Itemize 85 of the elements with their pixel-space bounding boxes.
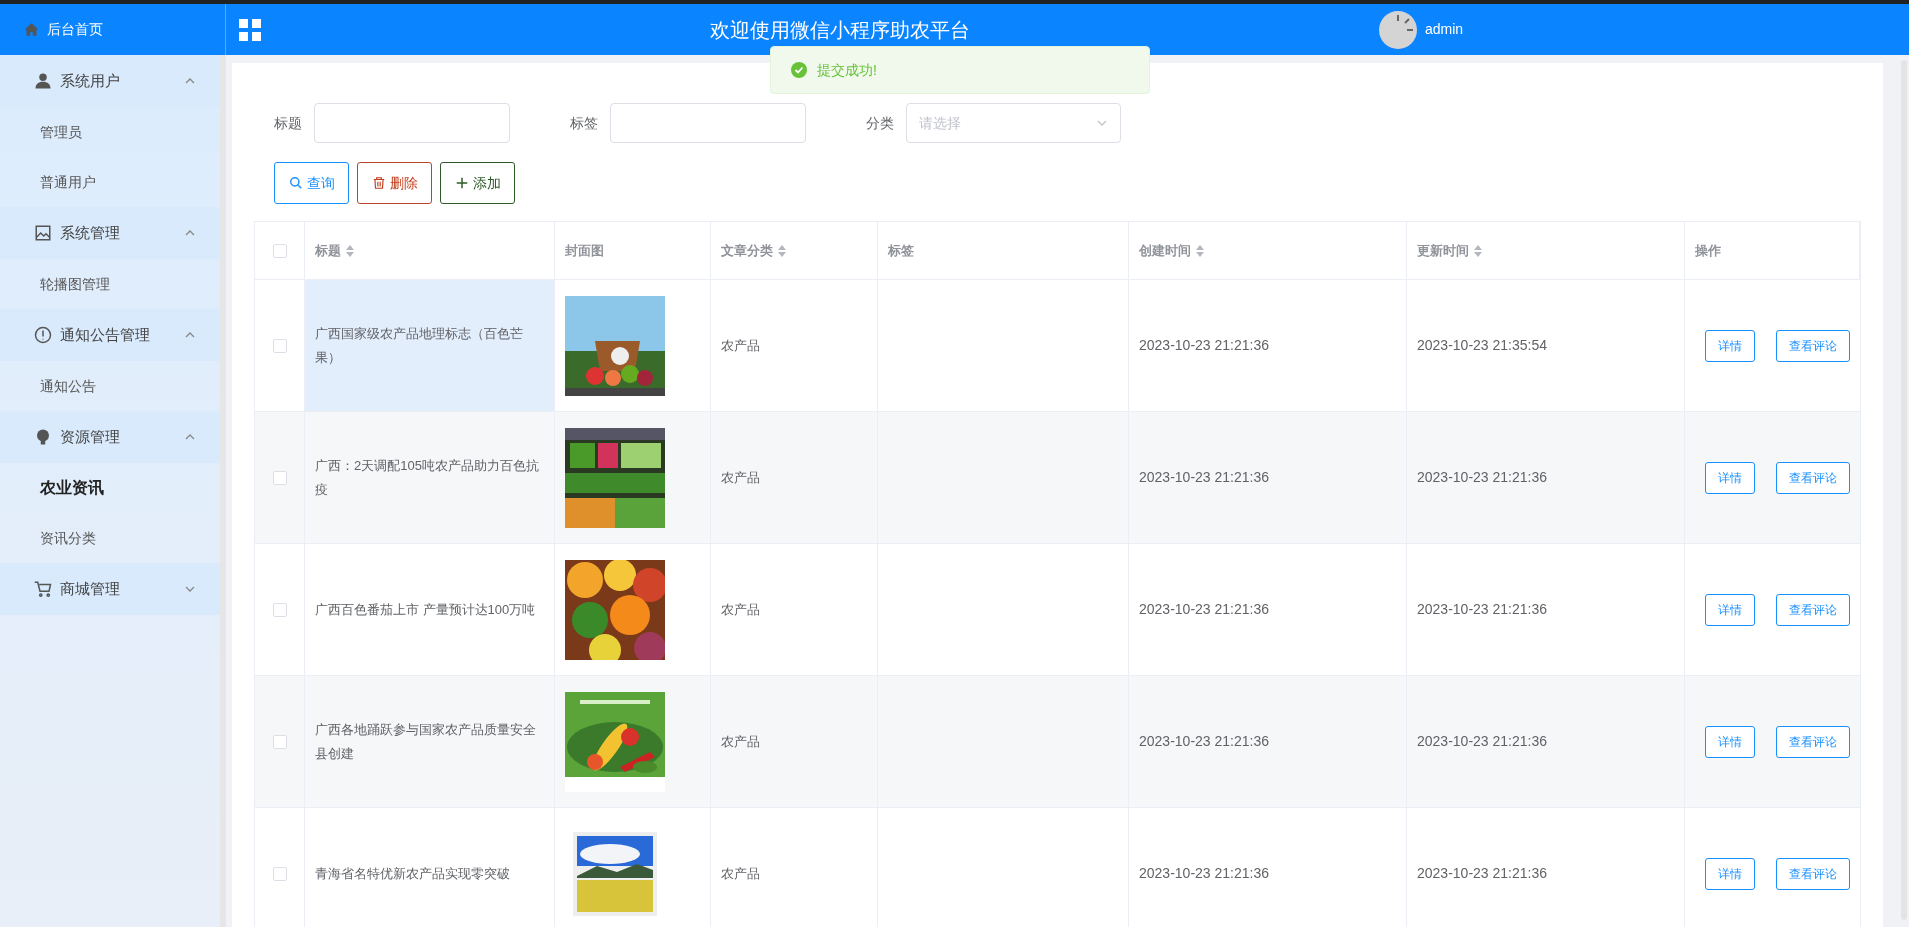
info-icon (34, 326, 52, 344)
add-button[interactable]: 添加 (440, 162, 515, 204)
table-cell-text: 2023-10-23 21:21:36 (1139, 336, 1269, 355)
menu-item[interactable]: 管理员 (0, 107, 220, 157)
comments-button[interactable]: 查看评论 (1776, 329, 1850, 362)
menu-item[interactable]: 普通用户 (0, 157, 220, 207)
search-button[interactable]: 查询 (274, 162, 349, 204)
details-button[interactable]: 详情 (1705, 461, 1755, 494)
column-header[interactable]: 封面图 (555, 222, 711, 279)
comments-button[interactable]: 查看评论 (1776, 857, 1850, 890)
row-checkbox[interactable] (272, 734, 287, 749)
comments-button[interactable]: 查看评论 (1776, 593, 1850, 626)
menu-item[interactable]: 资讯分类 (0, 513, 220, 563)
column-header[interactable]: 文章分类 (711, 222, 878, 279)
trash-icon (371, 176, 386, 190)
user-name[interactable]: admin (1425, 19, 1464, 40)
title-cell: 广西国家级农产品地理标志（百色芒果） (305, 280, 555, 411)
table-cell-text: 2023-10-23 21:21:36 (1417, 864, 1547, 883)
sort-icon[interactable] (1473, 243, 1483, 258)
menu-group[interactable]: 通知公告管理 (0, 309, 220, 361)
table-cell-text: 2023-10-23 21:21:36 (1139, 600, 1269, 619)
grid-icon[interactable] (239, 18, 261, 41)
sort-icon[interactable] (777, 243, 787, 258)
cart-icon (34, 580, 52, 598)
table-cell-text: 2023-10-23 21:35:54 (1417, 336, 1547, 355)
column-header[interactable]: 更新时间 (1407, 222, 1685, 279)
sort-icon[interactable] (345, 243, 355, 258)
table-cell-text: 农产品 (721, 600, 760, 619)
row-checkbox[interactable] (272, 602, 287, 617)
column-header[interactable]: 标签 (878, 222, 1129, 279)
category-select[interactable]: 请选择 (906, 103, 1121, 143)
input-field[interactable] (610, 103, 806, 143)
menu-item[interactable]: 轮播图管理 (0, 259, 220, 309)
delete-button[interactable]: 删除 (357, 162, 432, 204)
menu-group[interactable]: 系统管理 (0, 207, 220, 259)
column-header[interactable]: 创建时间 (1129, 222, 1407, 279)
image-icon (34, 224, 52, 242)
row-checkbox[interactable] (272, 338, 287, 353)
table-cell-text: 农产品 (721, 732, 760, 751)
toast-message: 提交成功! (817, 60, 877, 80)
details-button[interactable]: 详情 (1705, 593, 1755, 626)
column-header[interactable]: 操作 (1685, 222, 1860, 279)
search-icon (288, 176, 303, 190)
input-field[interactable] (314, 103, 510, 143)
filter-label: 标签 (570, 113, 598, 133)
menu-group[interactable]: 资源管理 (0, 411, 220, 463)
row-checkbox[interactable] (272, 470, 287, 485)
details-button[interactable]: 详情 (1705, 329, 1755, 362)
bulb-icon (34, 428, 52, 446)
column-header[interactable]: 标题 (305, 222, 555, 279)
table-cell-text: 2023-10-23 21:21:36 (1417, 600, 1547, 619)
menu-item[interactable]: 农业资讯 (0, 463, 220, 513)
table-cell-text: 农产品 (721, 864, 760, 883)
sort-icon[interactable] (1195, 243, 1205, 258)
user-icon (34, 72, 52, 90)
column-title: 更新时间 (1417, 241, 1469, 260)
filter-label: 标题 (274, 113, 302, 133)
menu-item[interactable]: 通知公告 (0, 361, 220, 411)
table-cell-text: 农产品 (721, 468, 760, 487)
table-cell-text: 2023-10-23 21:21:36 (1417, 468, 1547, 487)
table-cell-text: 2023-10-23 21:21:36 (1139, 732, 1269, 751)
column-title: 文章分类 (721, 241, 773, 260)
table-cell-text: 2023-10-23 21:21:36 (1139, 864, 1269, 883)
details-button[interactable]: 详情 (1705, 857, 1755, 890)
select-all-checkbox[interactable] (272, 243, 287, 258)
details-button[interactable]: 详情 (1705, 725, 1755, 758)
check-icon (791, 62, 807, 78)
comments-button[interactable]: 查看评论 (1776, 725, 1850, 758)
plus-icon (454, 176, 469, 190)
column-title: 创建时间 (1139, 241, 1191, 260)
app-title: 欢迎使用微信小程序助农平台 (710, 17, 970, 43)
home-icon (24, 22, 39, 37)
table-cell-text: 2023-10-23 21:21:36 (1139, 468, 1269, 487)
menu-group[interactable]: 商城管理 (0, 563, 220, 615)
comments-button[interactable]: 查看评论 (1776, 461, 1850, 494)
avatar (1379, 10, 1417, 49)
row-checkbox[interactable] (272, 866, 287, 881)
table-cell-text: 2023-10-23 21:21:36 (1417, 732, 1547, 751)
column-title: 封面图 (565, 241, 604, 260)
home-link[interactable]: 后台首页 (47, 19, 103, 40)
column-title: 操作 (1695, 241, 1721, 260)
table-cell-text: 农产品 (721, 336, 760, 355)
column-title: 标题 (315, 241, 341, 260)
filter-label: 分类 (866, 113, 894, 133)
column-title: 标签 (888, 241, 914, 260)
